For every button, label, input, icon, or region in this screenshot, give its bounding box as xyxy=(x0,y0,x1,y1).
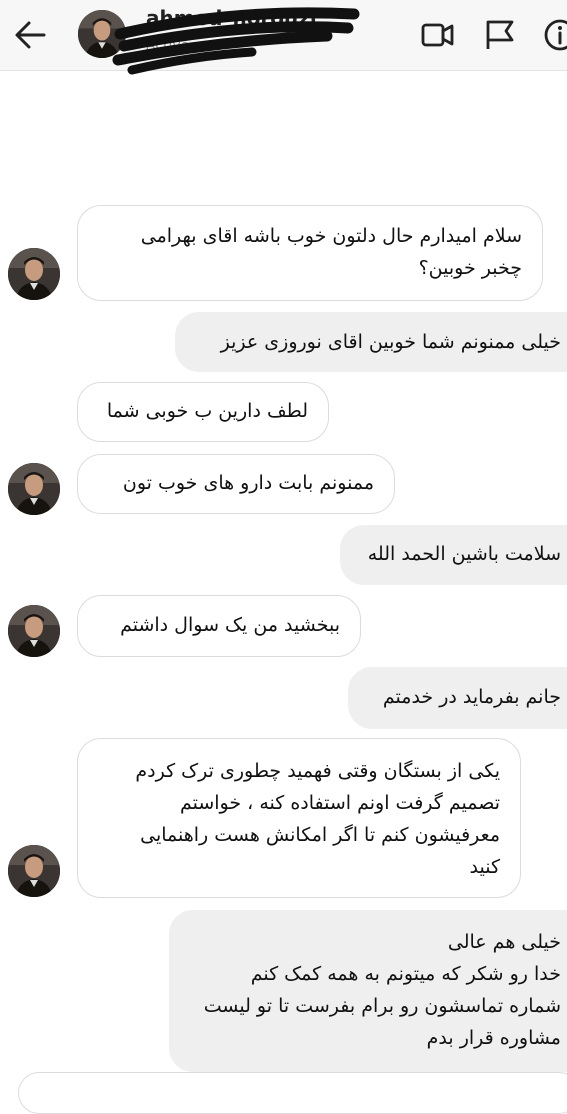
contact-status: Active now xyxy=(146,38,223,54)
contact-avatar[interactable] xyxy=(8,605,60,657)
flag-icon xyxy=(486,20,514,49)
back-button[interactable] xyxy=(10,16,50,54)
incoming-message-bubble[interactable]: یکی از بستگان وقتی فهمید چطوری ترک کردم … xyxy=(77,738,521,898)
back-arrow-icon xyxy=(15,21,46,49)
video-call-button[interactable] xyxy=(418,16,458,54)
contact-avatar[interactable] xyxy=(78,10,126,58)
contact-avatar[interactable] xyxy=(8,248,60,300)
incoming-message-bubble[interactable]: ممنونم بابت دارو های خوب تون xyxy=(77,454,395,514)
outgoing-message-bubble[interactable]: سلامت باشین الحمد الله xyxy=(340,525,567,585)
info-icon xyxy=(544,19,567,51)
contact-avatar[interactable] xyxy=(8,463,60,515)
chat-header: ahmed_norouzi Active now xyxy=(0,0,567,75)
contact-username[interactable]: ahmed_norouzi xyxy=(146,6,317,30)
contact-avatar[interactable] xyxy=(8,845,60,897)
incoming-message-bubble[interactable]: لطف دارین ب خوبی شما xyxy=(77,382,329,442)
video-call-icon xyxy=(421,23,454,47)
outgoing-message-bubble[interactable]: خیلی هم عالی خدا رو شکر که میتونم به همه… xyxy=(169,910,567,1072)
outgoing-message-bubble[interactable]: خیلی ممنونم شما خوبین اقای نوروزی عزیز xyxy=(175,312,567,372)
incoming-message-bubble[interactable]: سلام امیدارم حال دلتون خوب باشه اقای بهر… xyxy=(77,205,543,301)
report-button[interactable] xyxy=(480,16,520,54)
incoming-message-bubble[interactable]: ببخشید من یک سوال داشتم xyxy=(77,595,361,657)
outgoing-message-bubble[interactable]: جانم بفرماید در خدمتم xyxy=(348,667,567,729)
message-composer[interactable] xyxy=(18,1072,567,1114)
info-button[interactable] xyxy=(540,16,567,54)
